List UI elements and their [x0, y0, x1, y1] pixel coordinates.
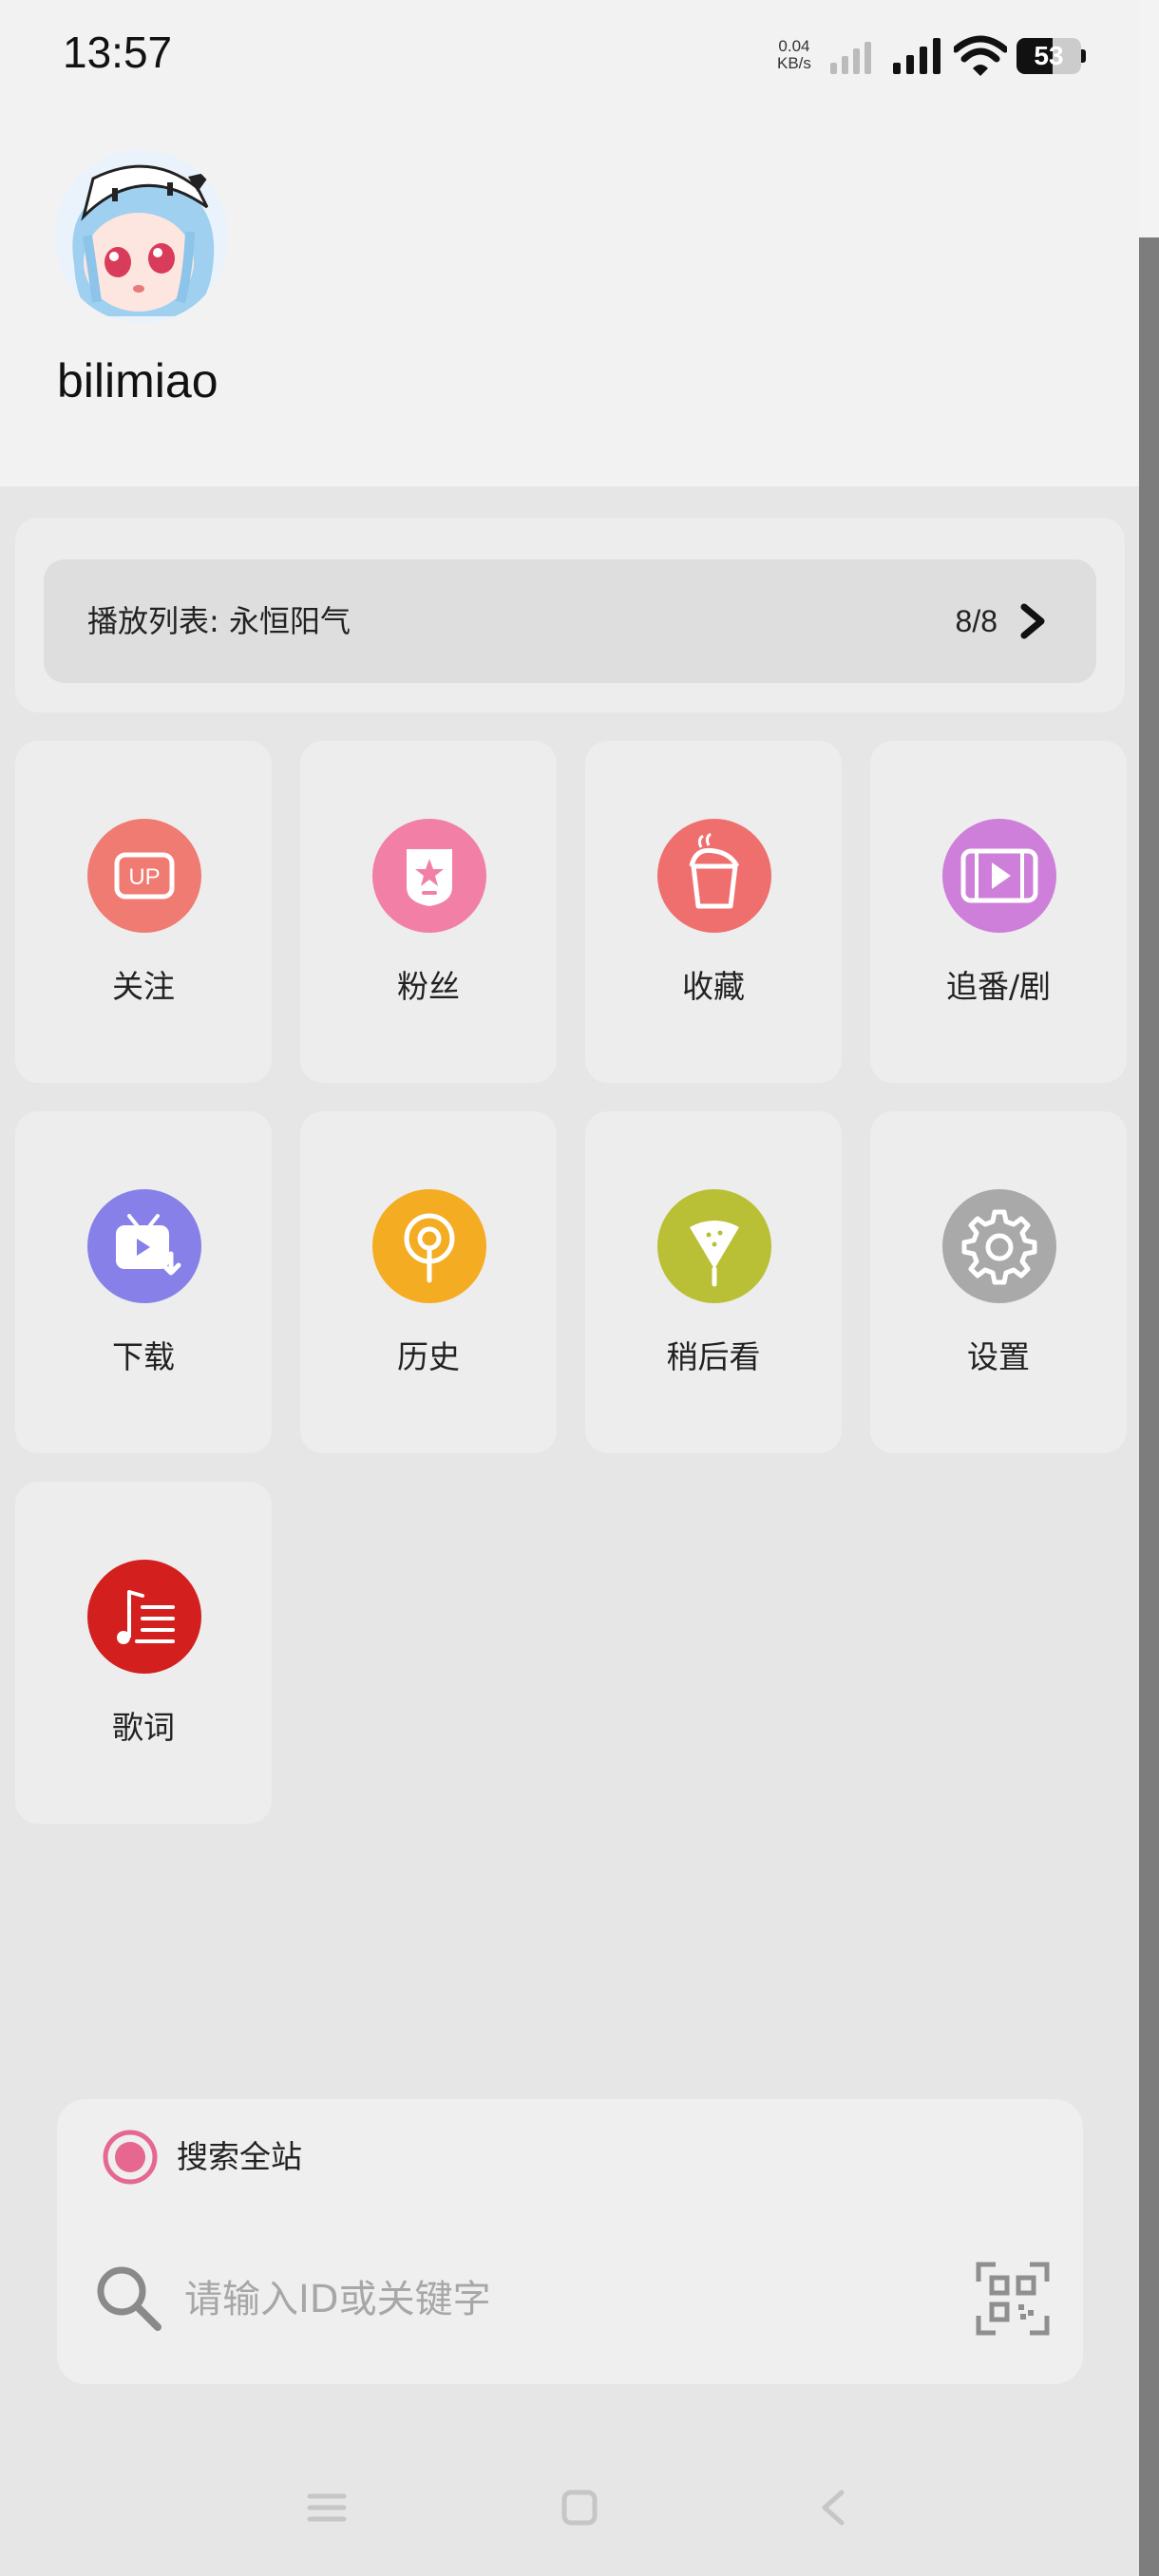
search-input[interactable]	[182, 2251, 908, 2348]
search-scope-radio[interactable]	[103, 2130, 158, 2185]
qr-scan-icon[interactable]	[975, 2261, 1051, 2337]
tile-label: 下载	[112, 1338, 175, 1375]
history-icon	[404, 1213, 455, 1283]
up-icon: UP	[114, 852, 175, 900]
menu-tile-lyrics[interactable]: 歌词	[15, 1482, 272, 1824]
home-nav-icon[interactable]	[559, 2487, 600, 2529]
lyrics-icon	[117, 1590, 175, 1644]
menu-tile-follow[interactable]: UP 关注	[15, 741, 272, 1083]
menu-tile-settings[interactable]: 设置	[870, 1111, 1127, 1453]
menu-tile-history[interactable]: 历史	[300, 1111, 557, 1453]
signal-weak-icon	[830, 42, 871, 74]
back-nav-icon[interactable]	[813, 2487, 855, 2529]
tile-label: 追番/剧	[945, 968, 1052, 1005]
signal-strong-icon	[893, 38, 940, 74]
settings-circle	[942, 1189, 1056, 1303]
watch-later-circle	[657, 1189, 771, 1303]
search-card: 搜索全站	[57, 2099, 1083, 2384]
follow-circle: UP	[87, 819, 201, 933]
wifi-icon	[954, 35, 1007, 76]
network-speed-unit: KB/s	[777, 54, 811, 72]
gear-icon	[961, 1209, 1037, 1285]
search-icon	[97, 2266, 162, 2331]
tile-label: 歌词	[112, 1709, 175, 1746]
chevron-right-icon	[1020, 603, 1045, 639]
search-scope-label[interactable]: 搜索全站	[177, 2130, 302, 2185]
right-edge-bar-top	[1139, 0, 1159, 237]
lyrics-circle	[87, 1560, 201, 1674]
favorites-circle	[657, 819, 771, 933]
watermelon-icon	[690, 1221, 739, 1287]
status-time: 13:57	[63, 28, 173, 77]
history-circle	[372, 1189, 486, 1303]
film-play-icon	[960, 848, 1038, 903]
username: bilimiao	[57, 354, 218, 407]
avatar[interactable]	[55, 150, 228, 323]
tile-label: 历史	[397, 1338, 460, 1375]
avatar-image	[55, 150, 228, 323]
playlist-card: 播放列表: 永恒阳气 8/8	[15, 518, 1125, 712]
download-circle	[87, 1189, 201, 1303]
menu-tile-bangumi[interactable]: 追番/剧	[870, 741, 1127, 1083]
right-edge-bar	[1139, 0, 1159, 2576]
network-speed: 0.04 KB/s	[777, 38, 811, 72]
tile-label: 稍后看	[666, 1338, 761, 1375]
menu-tile-download[interactable]: 下载	[15, 1111, 272, 1453]
tile-label: 关注	[112, 968, 175, 1005]
playlist-bar[interactable]: 播放列表: 永恒阳气 8/8	[44, 559, 1096, 683]
playlist-count: 8/8	[955, 604, 998, 638]
menu-tile-watch-later[interactable]: 稍后看	[585, 1111, 842, 1453]
fans-circle	[372, 819, 486, 933]
tile-label: 设置	[967, 1338, 1030, 1375]
tile-label: 粉丝	[397, 968, 460, 1005]
tv-download-icon	[116, 1214, 181, 1276]
fan-badge-icon	[407, 849, 452, 906]
bangumi-circle	[942, 819, 1056, 933]
svg-text:UP: UP	[128, 864, 160, 890]
playlist-label: 播放列表: 永恒阳气	[87, 603, 351, 639]
battery-level: 53	[1034, 41, 1064, 70]
tile-label: 收藏	[682, 968, 745, 1005]
system-navigation-bar	[0, 2470, 1139, 2546]
menu-tile-favorites[interactable]: 收藏	[585, 741, 842, 1083]
bucket-icon	[689, 832, 740, 909]
battery-icon: 53	[1016, 38, 1086, 74]
profile-header: 13:57 0.04 KB/s 53 bilimiao	[0, 0, 1139, 486]
network-speed-value: 0.04	[778, 37, 810, 55]
menu-tile-fans[interactable]: 粉丝	[300, 741, 557, 1083]
status-bar: 13:57 0.04 KB/s 53	[0, 0, 1139, 114]
menu-nav-icon[interactable]	[306, 2487, 348, 2529]
